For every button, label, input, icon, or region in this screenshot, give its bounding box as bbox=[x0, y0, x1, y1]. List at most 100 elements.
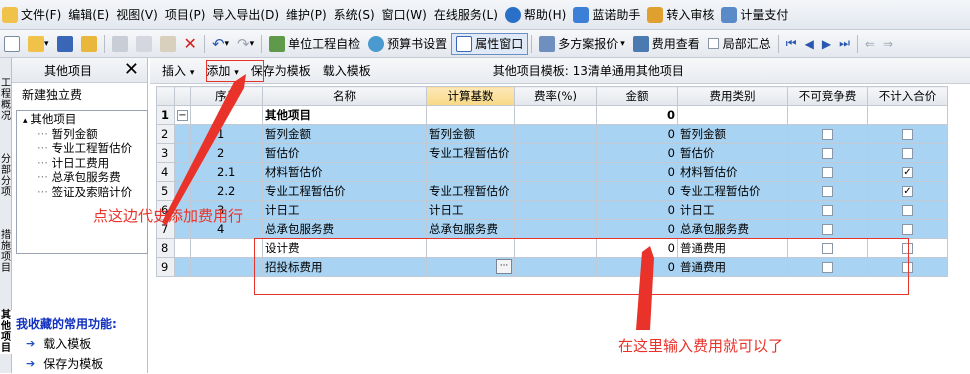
col-seq[interactable]: 序号 bbox=[190, 86, 263, 106]
row-number[interactable]: 8 bbox=[156, 238, 175, 258]
cell-exclude-total[interactable] bbox=[867, 143, 948, 163]
cell-noncompetitive[interactable] bbox=[787, 105, 868, 125]
menu-item[interactable]: 导入导出(D) bbox=[212, 3, 286, 27]
row-expand-toggle[interactable] bbox=[174, 124, 191, 144]
tab-project-overview[interactable]: 工程概况 bbox=[0, 78, 12, 122]
favorite-save-template[interactable]: ➔ 保存为模板 bbox=[12, 354, 148, 374]
cell-amount[interactable]: 0 bbox=[596, 200, 678, 220]
favorite-load-template[interactable]: ➔ 载入模板 bbox=[12, 334, 148, 354]
self-check-button[interactable]: 单位工程自检 bbox=[265, 33, 364, 55]
tree-node[interactable]: ▴ 其他项目 bbox=[17, 112, 147, 127]
partial-summary-toggle[interactable]: 局部汇总 bbox=[704, 33, 775, 55]
cell-name[interactable]: 暂估价 bbox=[262, 143, 427, 163]
menu-item[interactable]: 转入审核 bbox=[647, 3, 721, 27]
exclude-total-checkbox[interactable]: ✓ bbox=[902, 167, 913, 178]
cell-rate[interactable] bbox=[514, 143, 597, 163]
cell-seq[interactable]: 2.1 bbox=[190, 162, 263, 182]
cell-exclude-total[interactable] bbox=[867, 219, 948, 239]
cell-exclude-total[interactable]: ✓ bbox=[867, 181, 948, 201]
undo-button[interactable]: ↶ ▾ bbox=[208, 33, 233, 55]
cell-rate[interactable] bbox=[514, 181, 597, 201]
cut-button[interactable] bbox=[108, 33, 132, 55]
table-row[interactable]: 3 2 暂估价 专业工程暂估价 0 暂估价 bbox=[156, 143, 948, 163]
row-expand-toggle[interactable]: − bbox=[174, 105, 191, 125]
open-folder-button[interactable] bbox=[77, 33, 101, 55]
cell-fee-category[interactable]: 专业工程暂估价 bbox=[677, 181, 788, 201]
menu-item[interactable]: 项目(P) bbox=[165, 3, 213, 27]
cell-fee-category[interactable]: 总承包服务费 bbox=[677, 219, 788, 239]
cell-rate[interactable] bbox=[514, 105, 597, 125]
insert-button[interactable]: 插入 ▾ bbox=[156, 61, 200, 81]
exclude-total-checkbox[interactable] bbox=[902, 148, 913, 159]
new-doc-button[interactable] bbox=[0, 33, 24, 55]
cell-calc-base[interactable]: 总承包服务费 bbox=[426, 219, 515, 239]
table-row[interactable]: 5 2.2 专业工程暂估价 专业工程暂估价 0 专业工程暂估价 ✓ bbox=[156, 181, 948, 201]
noncompetitive-checkbox[interactable] bbox=[822, 167, 833, 178]
row-number[interactable]: 1 bbox=[156, 105, 175, 125]
cell-calc-base[interactable]: 专业工程暂估价 bbox=[426, 143, 515, 163]
cell-calc-base[interactable] bbox=[426, 162, 515, 182]
cell-name[interactable]: 计日工 bbox=[262, 200, 427, 220]
menu-item[interactable]: 系统(S) bbox=[334, 3, 382, 27]
table-row[interactable]: 4 2.1 材料暂估价 0 材料暂估价 ✓ bbox=[156, 162, 948, 182]
cell-fee-category[interactable] bbox=[677, 105, 788, 125]
cell-exclude-total[interactable] bbox=[867, 200, 948, 220]
menu-item[interactable]: 编辑(E) bbox=[68, 3, 116, 27]
row-expand-toggle[interactable] bbox=[174, 257, 191, 277]
redo-button[interactable]: ↷ ▾ bbox=[233, 33, 258, 55]
paste-button[interactable] bbox=[156, 33, 180, 55]
forward-button[interactable]: ⇒ bbox=[879, 33, 897, 55]
cell-fee-category[interactable]: 暂估价 bbox=[677, 143, 788, 163]
col-calc-base[interactable]: 计算基数 bbox=[426, 86, 515, 106]
tree-node[interactable]: ··· 计日工费用 bbox=[17, 156, 147, 171]
open-button[interactable]: ▾ bbox=[24, 33, 53, 55]
cell-rate[interactable] bbox=[514, 162, 597, 182]
menu-item[interactable]: 蓝诺助手 bbox=[573, 3, 647, 27]
row-expand-toggle[interactable] bbox=[174, 162, 191, 182]
table-row[interactable]: 7 4 总承包服务费 总承包服务费 0 总承包服务费 bbox=[156, 219, 948, 239]
tree-node[interactable]: ··· 暂列金额 bbox=[17, 127, 147, 142]
cell-amount[interactable]: 0 bbox=[596, 105, 678, 125]
table-row[interactable]: 1− 其他项目 0 bbox=[156, 105, 948, 125]
cell-exclude-total[interactable] bbox=[867, 105, 948, 125]
partial-summary-checkbox[interactable] bbox=[707, 38, 719, 49]
multi-plan-quote-button[interactable]: 多方案报价 ▾ bbox=[535, 33, 629, 55]
exclude-total-checkbox[interactable]: ✓ bbox=[902, 186, 913, 197]
cell-noncompetitive[interactable] bbox=[787, 124, 868, 144]
menu-item[interactable]: 在线服务(L) bbox=[434, 3, 505, 27]
row-number[interactable]: 9 bbox=[156, 257, 175, 277]
tree-node[interactable]: ··· 总承包服务费 bbox=[17, 170, 147, 185]
tree-node[interactable]: ··· 签证及索赔计价 bbox=[17, 185, 147, 200]
cell-noncompetitive[interactable] bbox=[787, 162, 868, 182]
noncompetitive-checkbox[interactable] bbox=[822, 224, 833, 235]
noncompetitive-checkbox[interactable] bbox=[822, 148, 833, 159]
cell-amount[interactable]: 0 bbox=[596, 143, 678, 163]
cell-exclude-total[interactable] bbox=[867, 124, 948, 144]
tab-measures[interactable]: 措施项目 bbox=[0, 230, 12, 274]
menu-item[interactable]: 视图(V) bbox=[116, 3, 165, 27]
col-rate[interactable]: 费率(%) bbox=[514, 86, 597, 106]
next-button[interactable]: ▶ bbox=[818, 33, 835, 55]
row-number[interactable]: 3 bbox=[156, 143, 175, 163]
tab-sub-items[interactable]: 分部分项 bbox=[0, 154, 12, 198]
cell-calc-base[interactable]: 计日工 bbox=[426, 200, 515, 220]
cell-fee-category[interactable]: 计日工 bbox=[677, 200, 788, 220]
prev-button[interactable]: ◀ bbox=[801, 33, 818, 55]
col-exclude-total[interactable]: 不计入合价 bbox=[867, 86, 948, 106]
cell-name[interactable]: 总承包服务费 bbox=[262, 219, 427, 239]
table-row[interactable]: 2 1 暂列金额 暂列金额 0 暂列金额 bbox=[156, 124, 948, 144]
cell-name[interactable]: 暂列金额 bbox=[262, 124, 427, 144]
row-number[interactable]: 4 bbox=[156, 162, 175, 182]
delete-button[interactable]: ✕ bbox=[180, 33, 201, 55]
save-button[interactable] bbox=[53, 33, 77, 55]
copy-button[interactable] bbox=[132, 33, 156, 55]
menu-item[interactable]: 帮助(H) bbox=[504, 3, 573, 27]
cell-noncompetitive[interactable] bbox=[787, 143, 868, 163]
menu-item[interactable]: 维护(P) bbox=[286, 3, 334, 27]
cell-noncompetitive[interactable] bbox=[787, 181, 868, 201]
exclude-total-checkbox[interactable] bbox=[902, 129, 913, 140]
cell-name[interactable]: 其他项目 bbox=[262, 105, 427, 125]
col-amount[interactable]: 金额 bbox=[596, 86, 678, 106]
new-independent-fee-button[interactable]: 新建独立费 bbox=[12, 83, 147, 107]
budget-settings-button[interactable]: 预算书设置 bbox=[364, 33, 451, 55]
